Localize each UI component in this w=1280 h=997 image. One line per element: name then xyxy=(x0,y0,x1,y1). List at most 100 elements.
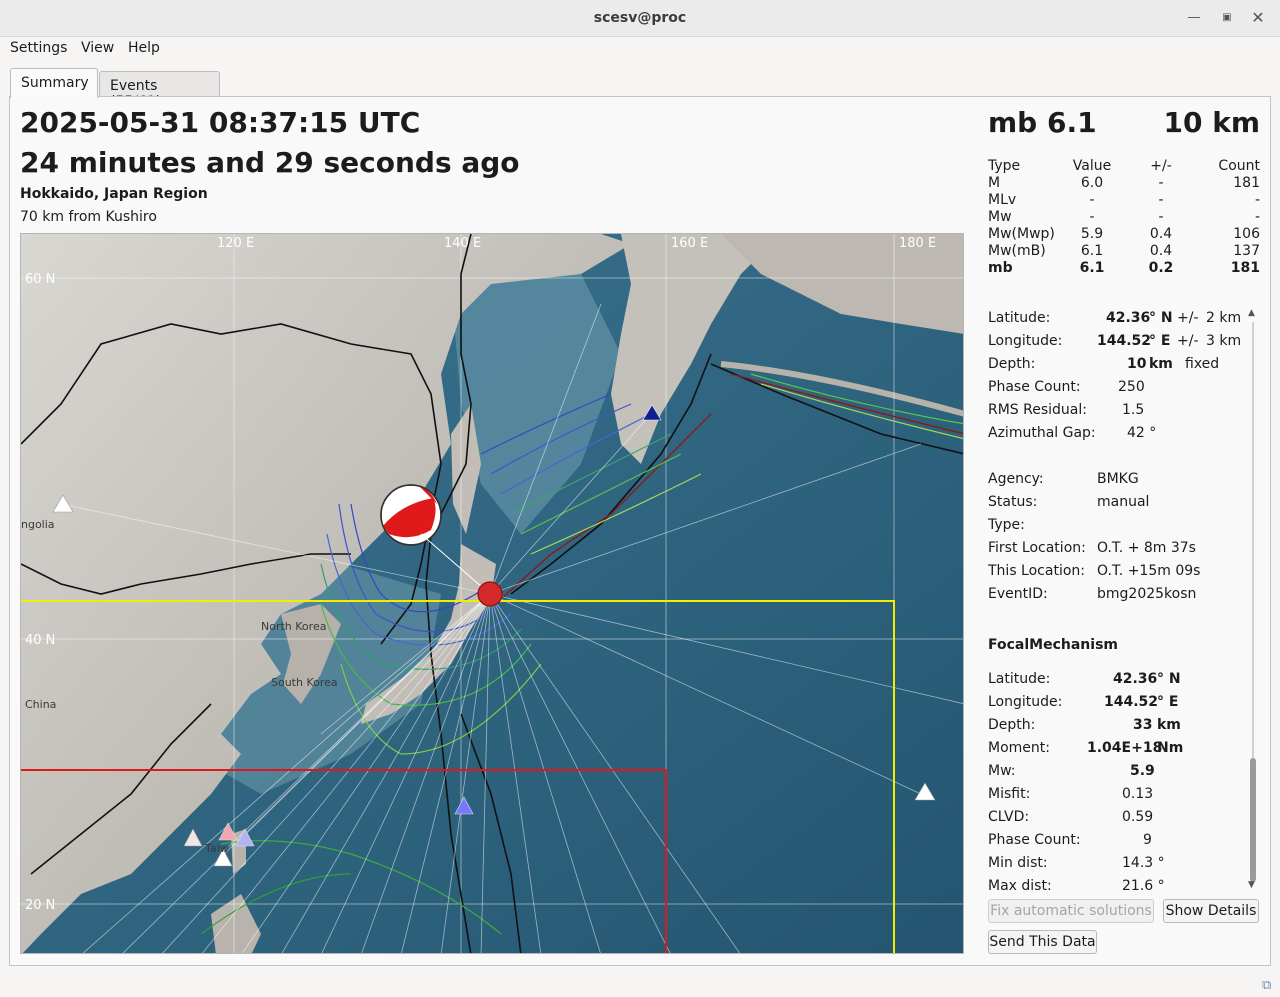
depth-unit: km xyxy=(1149,356,1173,372)
epicenter-marker[interactable] xyxy=(477,581,503,607)
fm-latitude-value: 42.36 xyxy=(1113,671,1158,687)
mag-count: 181 xyxy=(1230,260,1260,276)
event-id-label: EventID: xyxy=(988,586,1048,602)
scroll-down-icon[interactable]: ▼ xyxy=(1248,880,1255,890)
mag-type: Mw xyxy=(988,209,1012,225)
place-label: China xyxy=(25,698,56,711)
table-row[interactable]: Mw - - - xyxy=(988,209,1260,226)
place-label: South Korea xyxy=(271,676,338,689)
fm-depth-unit: km xyxy=(1157,717,1181,733)
mag-value: - xyxy=(1089,209,1095,225)
azimuthal-gap-value: 42 ° xyxy=(1127,425,1157,441)
rms-value: 1.5 xyxy=(1122,402,1145,418)
menu-help[interactable]: Help xyxy=(128,40,160,56)
menu-view[interactable]: View xyxy=(81,40,114,56)
minimize-icon[interactable]: — xyxy=(1184,8,1204,28)
fm-latitude-label: Latitude: xyxy=(988,671,1051,687)
table-row-preferred[interactable]: mb 6.1 0.2 181 xyxy=(988,260,1260,277)
event-map[interactable]: 120 E 140 E 160 E 180 E 60 N 40 N 20 N N… xyxy=(20,233,964,954)
depth-label: Depth: xyxy=(988,356,1036,372)
mag-error: - xyxy=(1158,175,1164,191)
maximize-icon[interactable]: ▣ xyxy=(1217,8,1237,28)
longitude-pm: +/- xyxy=(1177,333,1199,349)
mag-count: - xyxy=(1254,192,1260,208)
this-location-value: O.T. +15m 09s xyxy=(1097,563,1201,579)
fm-min-dist-value: 14.3 ° xyxy=(1122,855,1165,871)
table-row[interactable]: MLv - - - xyxy=(988,192,1260,209)
place-label: North Korea xyxy=(261,620,326,633)
phase-count-label: Phase Count: xyxy=(988,379,1081,395)
lat-label: 40 N xyxy=(25,633,55,648)
menubar: Settings View Help xyxy=(0,37,1280,59)
depth-type: fixed xyxy=(1185,356,1220,372)
origin-time: 2025-05-31 08:37:15 UTC xyxy=(20,106,421,139)
time-ago: 24 minutes and 29 seconds ago xyxy=(20,146,520,179)
fm-moment-label: Moment: xyxy=(988,740,1050,756)
details-scrollbar[interactable]: ▲ ▼ xyxy=(1246,308,1260,894)
fm-phase-count-value: 9 xyxy=(1143,832,1152,848)
mag-count: 181 xyxy=(1233,175,1260,191)
lat-label: 60 N xyxy=(25,272,55,287)
mag-error: - xyxy=(1158,192,1164,208)
focal-mechanism-beachball[interactable] xyxy=(380,484,442,546)
fm-misfit-label: Misfit: xyxy=(988,786,1031,802)
mag-count: 106 xyxy=(1233,226,1260,242)
longitude-label: Longitude: xyxy=(988,333,1063,349)
fm-longitude-label: Longitude: xyxy=(988,694,1063,710)
fm-min-dist-label: Min dist: xyxy=(988,855,1048,871)
lat-label: 20 N xyxy=(25,898,55,913)
mag-value: 6.1 xyxy=(1079,260,1105,276)
table-row[interactable]: M 6.0 - 181 xyxy=(988,175,1260,192)
azimuthal-gap-label: Azimuthal Gap: xyxy=(988,425,1096,441)
status-tray-icon[interactable]: ⧉ xyxy=(1262,978,1271,993)
mag-value: 6.0 xyxy=(1080,175,1104,191)
fm-depth-label: Depth: xyxy=(988,717,1036,733)
tab-events[interactable]: Events (55/61) xyxy=(99,71,220,110)
menu-settings[interactable]: Settings xyxy=(10,40,67,56)
status-value: manual xyxy=(1097,494,1150,510)
show-details-button[interactable]: Show Details xyxy=(1163,899,1259,923)
mag-error: 0.2 xyxy=(1148,260,1174,276)
latitude-error: 2 km xyxy=(1206,310,1242,326)
fm-mw-label: Mw: xyxy=(988,763,1016,779)
magnitude-headline: mb 6.1 xyxy=(988,106,1097,139)
longitude-value: 144.52 xyxy=(1097,333,1152,349)
fix-automatic-solutions-button[interactable]: Fix automatic solutions xyxy=(988,899,1154,923)
mag-type: Mw(Mwp) xyxy=(988,226,1055,242)
fm-moment-value: 1.04E+18 xyxy=(1087,740,1163,756)
scroll-up-icon[interactable]: ▲ xyxy=(1248,308,1255,318)
first-location-value: O.T. + 8m 37s xyxy=(1097,540,1196,556)
mag-type: mb xyxy=(988,260,1013,276)
mag-type: M xyxy=(988,175,1001,191)
lon-label: 160 E xyxy=(671,236,708,251)
window-title: scesv@proc xyxy=(593,10,687,26)
fm-clvd-value: 0.59 xyxy=(1122,809,1154,825)
table-row[interactable]: Mw(Mwp) 5.9 0.4 106 xyxy=(988,226,1260,243)
event-id-value[interactable]: bmg2025kosn xyxy=(1097,586,1196,602)
lon-label: 140 E xyxy=(444,236,481,251)
phase-count-value: 250 xyxy=(1118,379,1145,395)
tab-summary[interactable]: Summary xyxy=(10,68,98,98)
rms-label: RMS Residual: xyxy=(988,402,1087,418)
agency-value: BMKG xyxy=(1097,471,1139,487)
table-header-row: Type Value +/- Count xyxy=(988,158,1260,175)
lon-label: 120 E xyxy=(217,236,254,251)
agency-label: Agency: xyxy=(988,471,1044,487)
column-header: +/- xyxy=(1150,158,1172,174)
scroll-thumb[interactable] xyxy=(1250,758,1256,882)
table-row[interactable]: Mw(mB) 6.1 0.4 137 xyxy=(988,243,1260,260)
longitude-error: 3 km xyxy=(1206,333,1242,349)
fm-longitude-unit: ° E xyxy=(1157,694,1179,710)
this-location-label: This Location: xyxy=(988,563,1085,579)
mag-value: 6.1 xyxy=(1080,243,1104,259)
fm-misfit-value: 0.13 xyxy=(1122,786,1154,802)
fm-max-dist-label: Max dist: xyxy=(988,878,1052,894)
latitude-label: Latitude: xyxy=(988,310,1051,326)
type-label: Type: xyxy=(988,517,1025,533)
mag-count: 137 xyxy=(1233,243,1260,259)
send-this-data-button[interactable]: Send This Data xyxy=(988,930,1097,954)
close-icon[interactable]: ✕ xyxy=(1248,8,1268,28)
fm-clvd-label: CLVD: xyxy=(988,809,1030,825)
region-name: Hokkaido, Japan Region xyxy=(20,186,208,202)
fm-depth-value: 33 xyxy=(1133,717,1153,733)
